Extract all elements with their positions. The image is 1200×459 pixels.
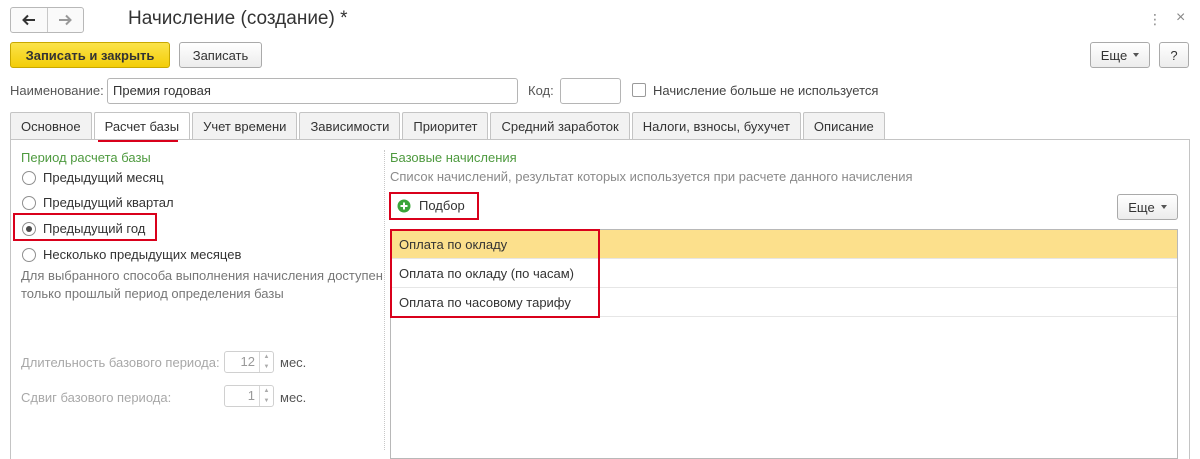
tab-main[interactable]: Основное	[10, 112, 92, 139]
more-button-label: Еще	[1100, 47, 1128, 63]
radio-button[interactable]	[22, 221, 36, 236]
name-input[interactable]: Премия годовая	[107, 78, 518, 104]
name-label: Наименование:	[10, 83, 104, 98]
code-label: Код:	[528, 83, 554, 98]
chevron-down-icon	[1133, 53, 1140, 57]
duration-unit: мес.	[280, 355, 307, 370]
navigation-buttons	[10, 7, 84, 33]
kebab-icon[interactable]: ⋮	[1148, 10, 1162, 28]
radio-label: Предыдущий месяц	[43, 170, 164, 185]
pick-button-label: Подбор	[419, 198, 465, 213]
stepper-arrows[interactable]: ▲ ▼	[259, 386, 273, 406]
stepper-arrows[interactable]: ▲ ▼	[259, 352, 273, 372]
radio-button[interactable]	[22, 195, 36, 210]
tab-dependencies[interactable]: Зависимости	[299, 112, 401, 139]
radio-label: Предыдущий квартал	[43, 195, 174, 210]
tab-priority[interactable]: Приоритет	[402, 112, 489, 139]
plus-circle-icon	[397, 199, 411, 212]
period-hint: Для выбранного способа выполнения начисл…	[21, 268, 383, 301]
tab-taxes[interactable]: Налоги, взносы, бухучет	[631, 112, 801, 139]
base-more-button[interactable]: Еще	[1117, 194, 1178, 220]
tab-average-earnings[interactable]: Средний заработок	[490, 112, 630, 139]
more-button[interactable]: Еще	[1090, 42, 1150, 68]
chevron-down-icon[interactable]: ▼	[260, 396, 273, 406]
shift-value: 1	[247, 388, 255, 403]
radio-selected-dot	[26, 225, 32, 232]
highlight-accrual-items	[390, 229, 600, 318]
base-more-label: Еще	[1128, 199, 1155, 215]
save-and-close-button[interactable]: Записать и закрыть	[10, 42, 170, 68]
duration-stepper[interactable]: 12 ▲ ▼	[224, 351, 274, 373]
tab-bar: Основное Расчет базы Учет времени Зависи…	[10, 112, 887, 140]
unused-checkbox-label: Начисление больше не используется	[653, 83, 879, 98]
unused-checkbox[interactable]	[632, 83, 646, 97]
radio-previous-month[interactable]: Предыдущий месяц	[22, 170, 164, 185]
help-button[interactable]: ?	[1159, 42, 1189, 68]
save-button[interactable]: Записать	[179, 42, 262, 68]
chevron-down-icon	[1160, 205, 1167, 209]
duration-label: Длительность базового периода:	[21, 355, 220, 370]
radio-several-months[interactable]: Несколько предыдущих месяцев	[22, 247, 241, 262]
radio-previous-year[interactable]: Предыдущий год	[22, 221, 145, 236]
active-tab-highlight	[98, 140, 178, 142]
code-input[interactable]	[560, 78, 621, 104]
close-icon[interactable]: ×	[1176, 9, 1185, 27]
tab-time-accounting[interactable]: Учет времени	[192, 112, 298, 139]
duration-value: 12	[240, 354, 255, 369]
shift-stepper[interactable]: 1 ▲ ▼	[224, 385, 274, 407]
chevron-up-icon[interactable]: ▲	[260, 352, 273, 362]
tab-description[interactable]: Описание	[802, 112, 885, 139]
shift-unit: мес.	[280, 390, 307, 405]
radio-button[interactable]	[22, 247, 36, 262]
tab-base-calculation[interactable]: Расчет базы	[93, 112, 191, 140]
back-button[interactable]	[11, 8, 47, 32]
panel-divider	[384, 150, 385, 450]
radio-label: Несколько предыдущих месяцев	[43, 247, 242, 262]
forward-button[interactable]	[46, 8, 84, 32]
arrow-right-icon	[59, 14, 73, 26]
pick-button[interactable]: Подбор	[397, 198, 465, 213]
arrow-left-icon	[21, 14, 35, 26]
base-description: Список начислений, результат которых исп…	[390, 169, 913, 184]
chevron-up-icon[interactable]: ▲	[260, 386, 273, 396]
chevron-down-icon[interactable]: ▼	[260, 362, 273, 372]
radio-label: Предыдущий год	[43, 221, 146, 236]
shift-label: Сдвиг базового периода:	[21, 390, 172, 405]
radio-button[interactable]	[22, 170, 36, 185]
window-title: Начисление (создание) *	[128, 8, 348, 29]
base-section-title: Базовые начисления	[390, 150, 517, 165]
period-section-title: Период расчета базы	[21, 150, 151, 165]
radio-previous-quarter[interactable]: Предыдущий квартал	[22, 195, 174, 210]
